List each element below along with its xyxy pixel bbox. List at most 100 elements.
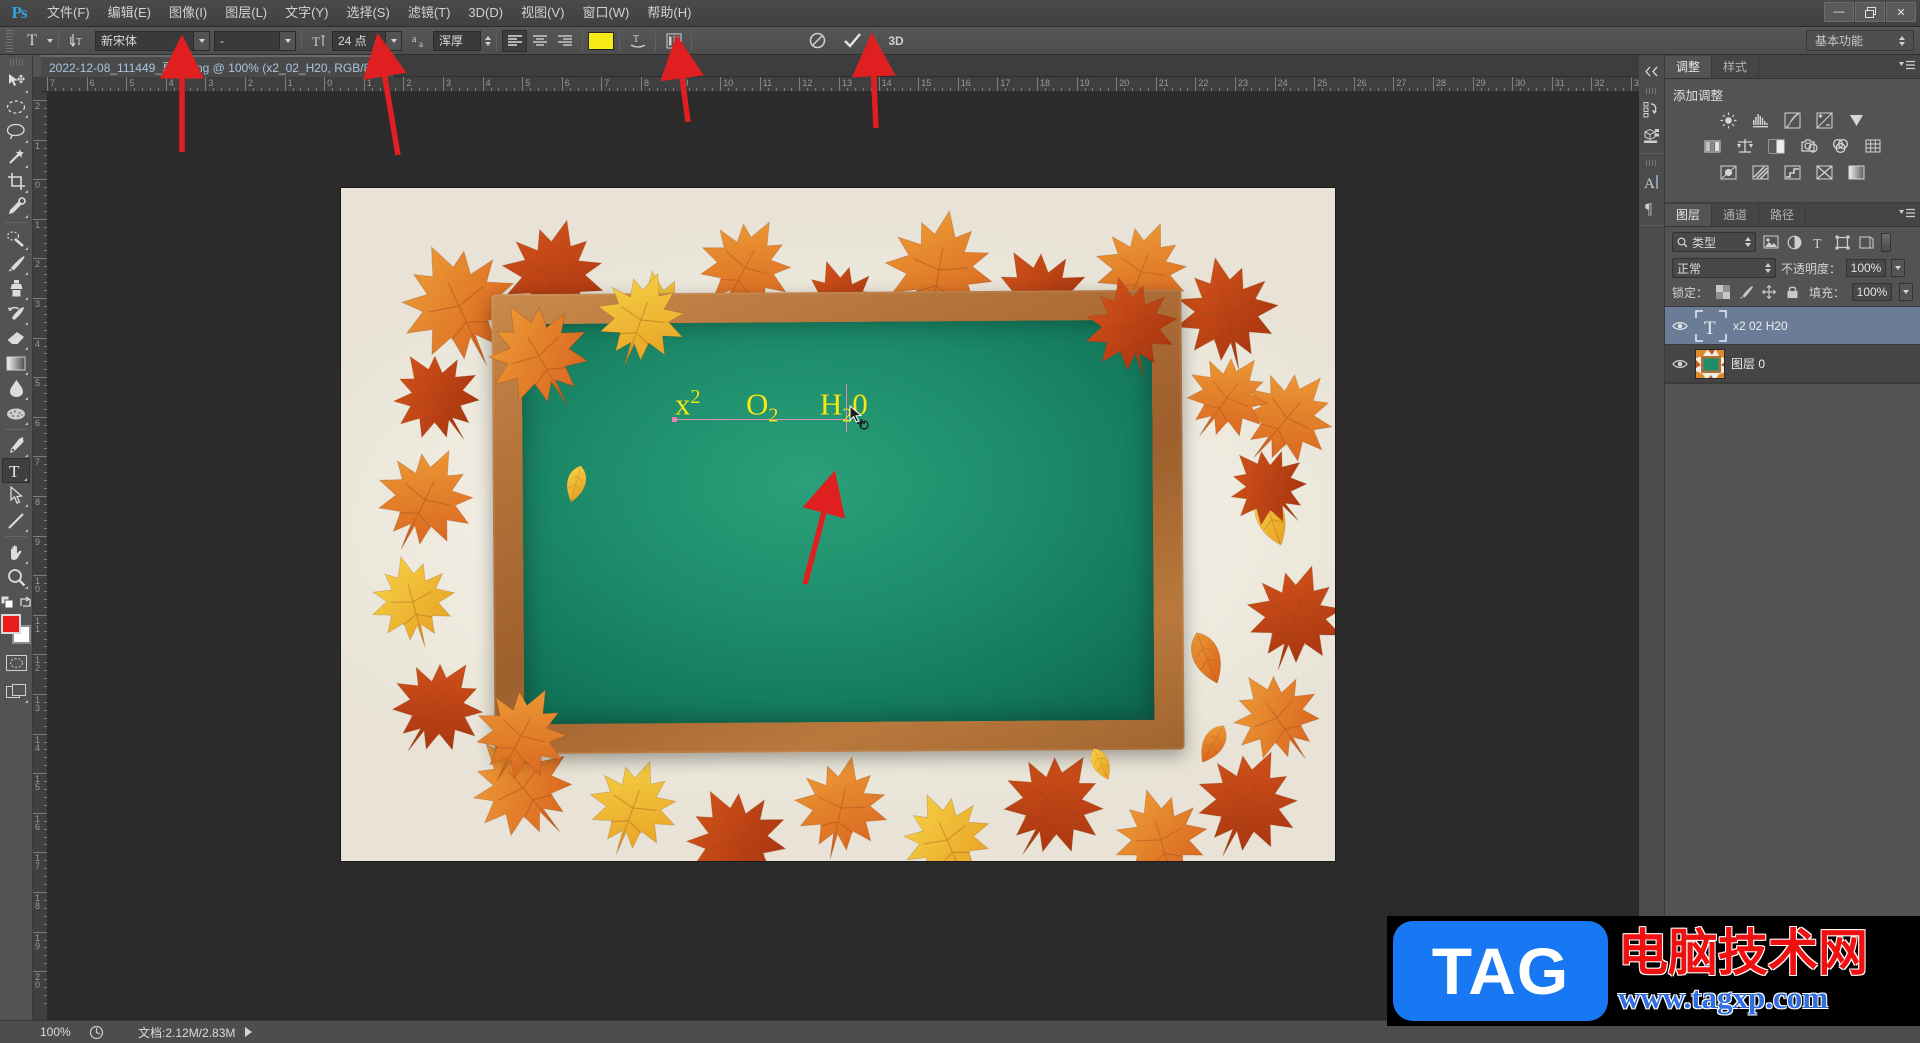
adj-selective-color-icon[interactable]	[1847, 163, 1866, 181]
canvas-area[interactable]: x2 O2 H20	[48, 92, 1639, 1020]
tab-channels[interactable]: 通道	[1712, 204, 1760, 226]
swap-colors-icon[interactable]	[17, 594, 33, 610]
filter-smartobject-icon[interactable]	[1857, 233, 1876, 252]
zoom-tool[interactable]	[2, 565, 30, 590]
filter-shape-icon[interactable]	[1833, 233, 1852, 252]
line-shape-tool[interactable]	[2, 508, 30, 533]
adj-levels-icon[interactable]	[1751, 111, 1770, 129]
adj-curves-icon[interactable]	[1783, 111, 1802, 129]
layer-thumbnail-text[interactable]: T	[1695, 309, 1727, 342]
blend-mode-select[interactable]: 正常	[1672, 258, 1776, 278]
font-family-select[interactable]: 新宋体	[95, 30, 210, 51]
canvas-equation-text[interactable]: x2 O2 H20	[675, 386, 868, 428]
blur-tool[interactable]	[2, 376, 30, 401]
paragraph-panel-icon[interactable]: ¶	[1641, 196, 1663, 220]
eyedropper-tool[interactable]	[2, 194, 30, 219]
dock-grip[interactable]	[1646, 88, 1657, 96]
anti-alias-select[interactable]: 浑厚	[433, 30, 481, 51]
lock-all-icon[interactable]	[1784, 284, 1800, 300]
hand-tool[interactable]	[2, 540, 30, 565]
history-brush-tool[interactable]	[2, 301, 30, 326]
close-icon[interactable]: ×	[381, 60, 388, 74]
adj-hue-saturation-icon[interactable]	[1703, 137, 1722, 155]
adj-brightness-contrast-icon[interactable]	[1719, 111, 1738, 129]
history-panel-icon[interactable]	[1641, 98, 1663, 122]
marquee-tool[interactable]	[2, 94, 30, 119]
commit-checkmark-icon[interactable]	[840, 30, 865, 52]
move-tool[interactable]	[2, 69, 30, 94]
text-orientation-icon[interactable]: IT	[64, 30, 89, 52]
adj-gradient-map-icon[interactable]	[1815, 163, 1834, 181]
layer-filter-type-select[interactable]: 类型	[1672, 232, 1756, 252]
lasso-tool[interactable]	[2, 119, 30, 144]
magic-wand-tool[interactable]	[2, 144, 30, 169]
dodge-tool[interactable]	[2, 401, 30, 426]
menu-edit[interactable]: 编辑(E)	[99, 0, 160, 26]
cancel-icon[interactable]	[805, 30, 830, 52]
blend-mode-stepper-icon[interactable]	[1765, 263, 1771, 273]
3d-panel-icon[interactable]	[1641, 124, 1663, 148]
font-style-chevron-down-icon[interactable]	[279, 31, 295, 50]
menu-3d[interactable]: 3D(D)	[459, 0, 512, 26]
adj-color-balance-icon[interactable]	[1735, 137, 1754, 155]
menu-image[interactable]: 图像(I)	[160, 0, 216, 26]
panel-menu-icon[interactable]	[1899, 208, 1915, 219]
type-tool-icon[interactable]: T	[19, 29, 45, 53]
menu-window[interactable]: 窗口(W)	[573, 0, 638, 26]
quick-mask-icon[interactable]	[2, 650, 30, 675]
options-bar-grip[interactable]	[4, 29, 16, 52]
menu-select[interactable]: 选择(S)	[337, 0, 398, 26]
lock-transparency-icon[interactable]	[1715, 284, 1731, 300]
document-tab[interactable]: 2022-12-08_111449_夏和.png @ 100% (x2_02_H…	[41, 55, 396, 77]
warp-text-icon[interactable]: T	[625, 30, 650, 52]
layer-row-text[interactable]: T x2 02 H20	[1665, 307, 1920, 345]
healing-brush-tool[interactable]	[2, 226, 30, 251]
font-size-chevron-down-icon[interactable]	[385, 31, 401, 50]
adj-black-white-icon[interactable]	[1767, 137, 1786, 155]
opacity-chevron-down-icon[interactable]	[1891, 259, 1906, 277]
workspace-switcher[interactable]: 基本功能	[1806, 30, 1914, 51]
opacity-field[interactable]: 100%	[1846, 259, 1887, 277]
align-left-icon[interactable]	[502, 29, 527, 52]
brush-tool[interactable]	[2, 251, 30, 276]
layer-visibility-toggle[interactable]	[1671, 317, 1689, 335]
eraser-tool[interactable]	[2, 326, 30, 351]
vertical-ruler[interactable]: 2101234567891 01 11 21 31 41 51 61 71 81…	[33, 92, 48, 1020]
adj-color-lookup-icon[interactable]	[1863, 137, 1882, 155]
lock-image-icon[interactable]	[1738, 284, 1754, 300]
adj-vibrance-icon[interactable]	[1847, 111, 1866, 129]
close-button[interactable]: ✕	[1886, 2, 1916, 22]
adj-exposure-icon[interactable]	[1815, 111, 1834, 129]
path-selection-tool[interactable]	[2, 483, 30, 508]
filter-pixel-icon[interactable]	[1761, 233, 1780, 252]
3d-button[interactable]: 3D	[881, 30, 911, 52]
tools-panel-grip[interactable]	[9, 58, 23, 67]
zoom-level[interactable]: 100%	[40, 1025, 86, 1039]
layer-thumbnail-image[interactable]	[1695, 348, 1725, 379]
fill-field[interactable]: 100%	[1852, 283, 1892, 301]
adj-channel-mixer-icon[interactable]	[1831, 137, 1850, 155]
horizontal-ruler[interactable]: 7 6 5 4 3 2 1 0 1 2 3 4 5 6 7 8 9 10 11 12 13 14 15 16 17 18 19 20 2…	[41, 77, 1639, 92]
artboard[interactable]: x2 O2 H20	[341, 188, 1335, 861]
character-paragraph-panels-icon[interactable]	[661, 30, 686, 52]
font-size-select[interactable]: 24 点	[332, 30, 402, 51]
layer-row-background[interactable]: 图层 0	[1665, 345, 1920, 383]
character-panel-icon[interactable]: A	[1641, 170, 1663, 194]
restore-button[interactable]	[1855, 2, 1885, 22]
filter-type-icon[interactable]: T	[1809, 233, 1828, 252]
clone-stamp-tool[interactable]	[2, 276, 30, 301]
collapse-panels-icon[interactable]	[1641, 59, 1663, 83]
layer-visibility-toggle[interactable]	[1671, 355, 1689, 373]
menu-filter[interactable]: 滤镜(T)	[399, 0, 460, 26]
menu-file[interactable]: 文件(F)	[38, 0, 99, 26]
tab-adjustments[interactable]: 调整	[1665, 56, 1713, 78]
filter-enable-toggle[interactable]	[1881, 232, 1891, 252]
text-color-swatch[interactable]	[588, 31, 614, 50]
fill-chevron-down-icon[interactable]	[1899, 283, 1913, 301]
anti-alias-stepper[interactable]	[485, 35, 491, 46]
crop-tool[interactable]	[2, 169, 30, 194]
lock-position-icon[interactable]	[1761, 284, 1777, 300]
align-right-icon[interactable]	[552, 30, 577, 52]
menu-help[interactable]: 帮助(H)	[638, 0, 700, 26]
default-colors-icon[interactable]	[0, 594, 15, 610]
